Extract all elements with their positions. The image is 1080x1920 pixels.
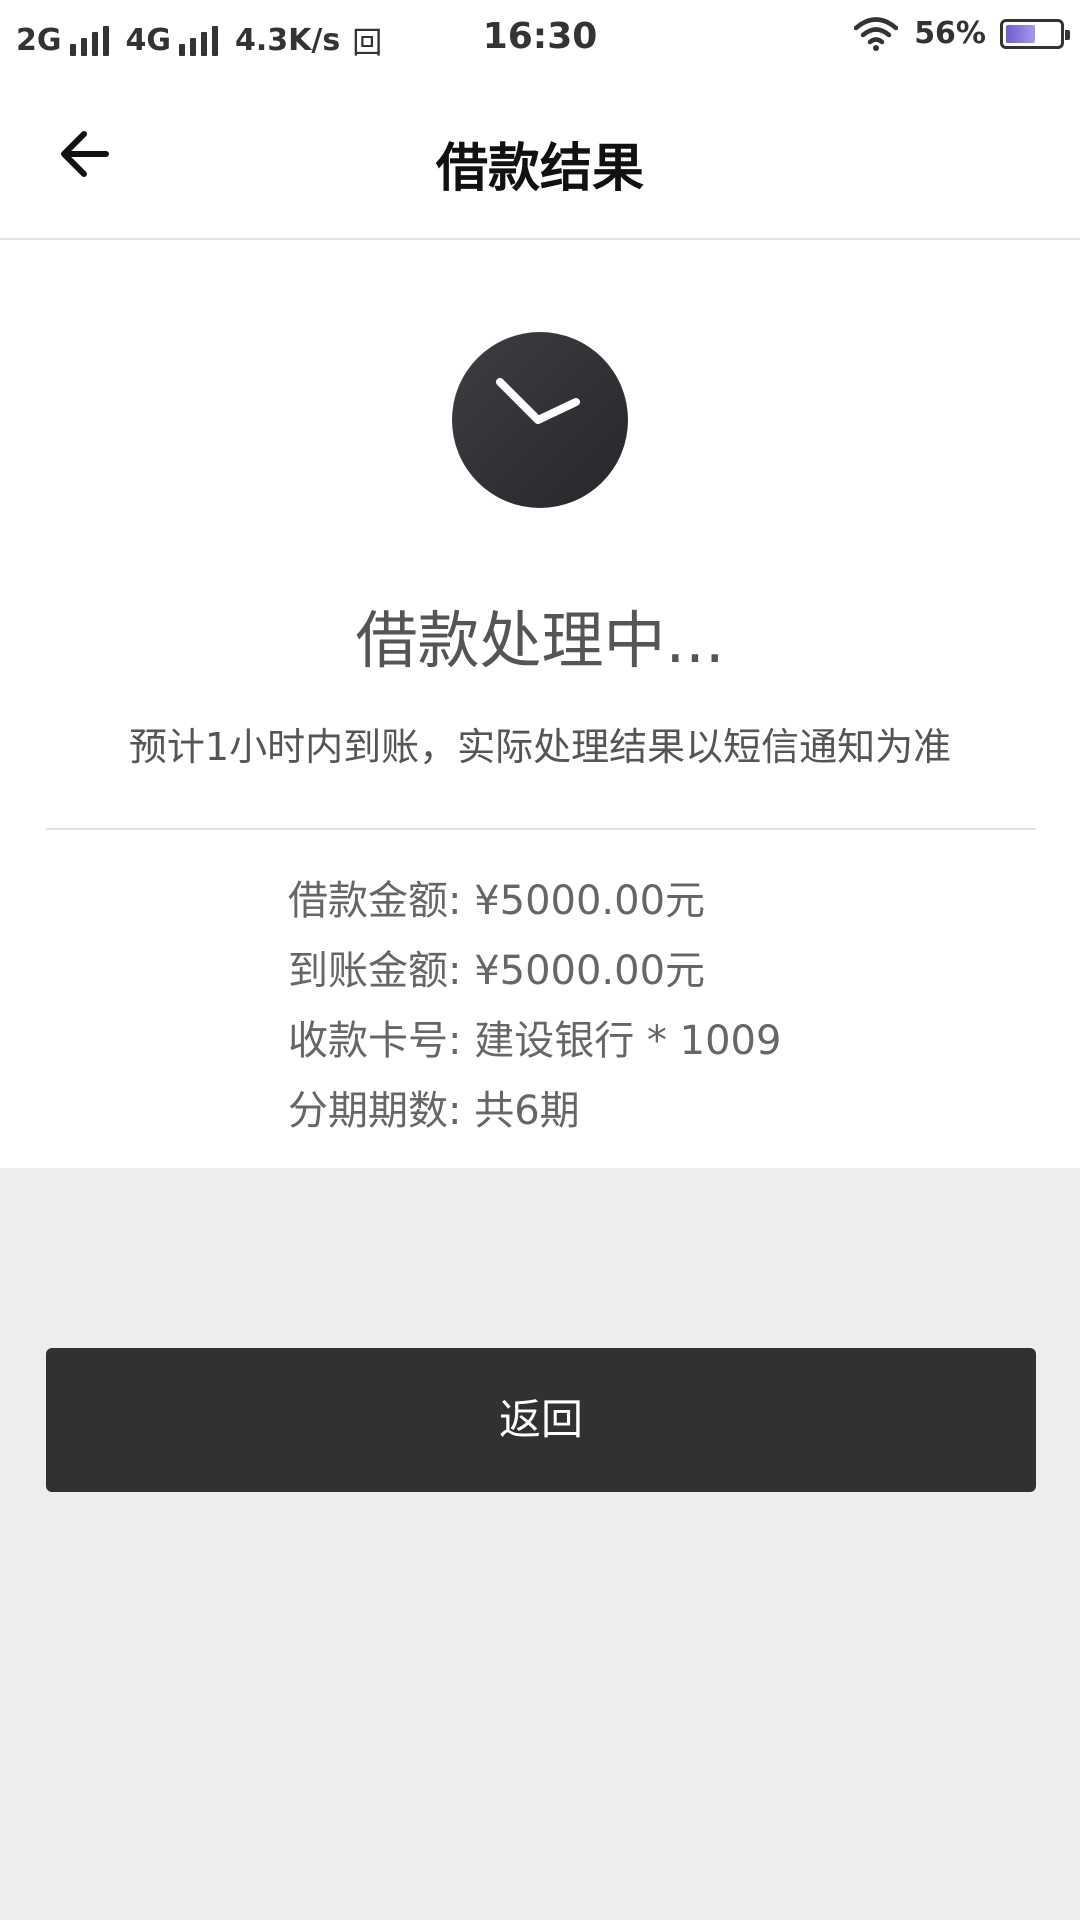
loan-details: 借款金额: ¥5000.00元 到账金额: ¥5000.00元 收款卡号: 建设… xyxy=(288,866,1028,1146)
result-panel: 借款处理中... 预计1小时内到账，实际处理结果以短信通知为准 借款金额: ¥5… xyxy=(0,240,1080,1168)
detail-loan-amount: 借款金额: ¥5000.00元 xyxy=(288,878,706,924)
status-right: 56% xyxy=(854,16,1070,51)
detail-installments: 分期期数: 共6期 xyxy=(288,1088,580,1134)
status-bar: 2G 4G 4.3K/s 回 16:30 56% xyxy=(0,0,1080,74)
wifi-icon xyxy=(854,16,899,51)
result-hint: 预计1小时内到账，实际处理结果以短信通知为准 xyxy=(128,725,952,769)
result-status-title: 借款处理中... xyxy=(355,604,725,677)
detail-received-amount: 到账金额: ¥5000.00元 xyxy=(288,948,706,994)
return-button[interactable]: 返回 xyxy=(46,1348,1036,1492)
battery-fill xyxy=(1006,24,1035,43)
page-title: 借款结果 xyxy=(435,139,644,199)
detail-card-number: 收款卡号: 建设银行 * 1009 xyxy=(288,1018,782,1064)
clock-icon xyxy=(452,332,628,508)
battery-nub xyxy=(1065,29,1070,40)
battery-icon xyxy=(1000,18,1070,49)
nav-bar: 借款结果 xyxy=(0,74,1080,240)
battery-percent: 56% xyxy=(914,16,986,51)
divider xyxy=(46,828,1036,830)
